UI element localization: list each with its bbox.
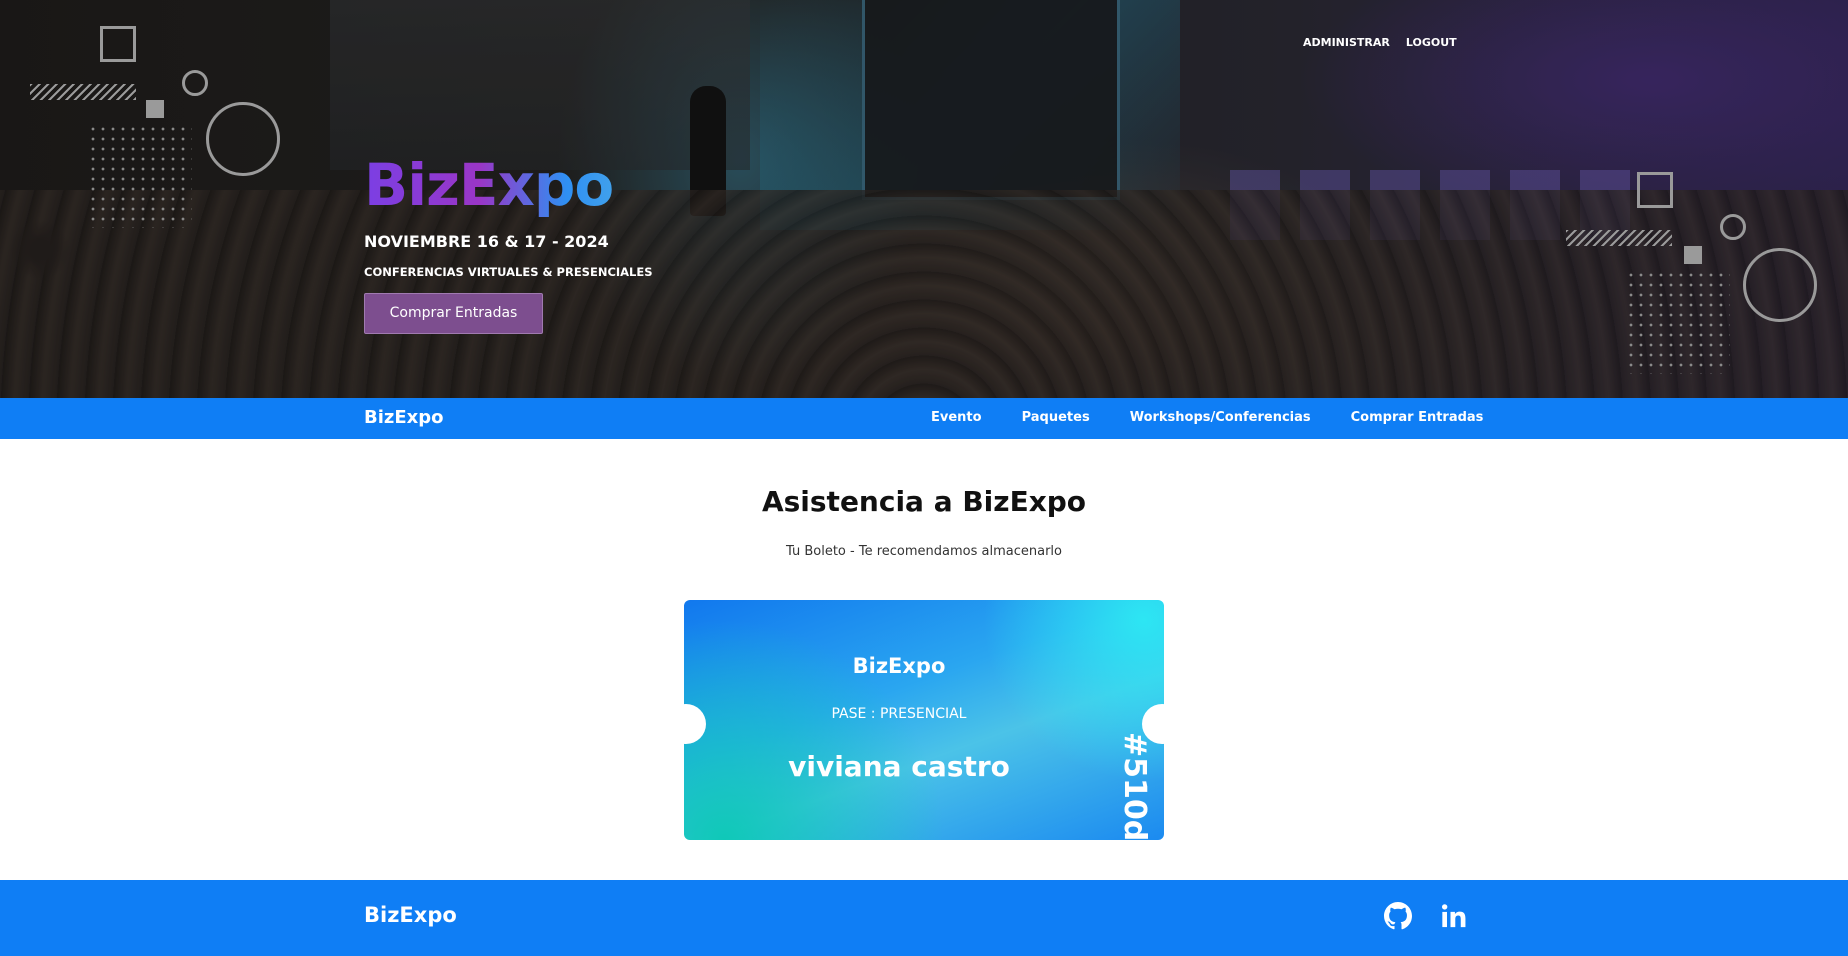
hero-top-nav: ADMINISTRAR LOGOUT	[1303, 36, 1457, 49]
event-subtitle: CONFERENCIAS VIRTUALES & PRESENCIALES	[364, 265, 653, 279]
event-date: NOVIEMBRE 16 & 17 - 2024	[364, 232, 609, 251]
deco-dots-icon	[1626, 270, 1730, 374]
deco-circle-icon	[182, 70, 208, 96]
page-subtitle: Tu Boleto - Te recomendamos almacenarlo	[786, 544, 1062, 559]
hero-title: BizExpo	[364, 150, 653, 220]
ticket-card: BizExpo PASE : PRESENCIAL viviana castro…	[684, 600, 1164, 840]
navbar-brand[interactable]: BizExpo	[364, 407, 444, 428]
ticket-brand: BizExpo	[852, 654, 946, 678]
logout-link[interactable]: LOGOUT	[1406, 36, 1457, 49]
deco-square-icon	[1637, 172, 1673, 208]
footer-brand: BizExpo	[364, 903, 457, 927]
admin-link[interactable]: ADMINISTRAR	[1303, 36, 1390, 49]
deco-hatch-icon	[30, 84, 136, 100]
hero-section: ADMINISTRAR LOGOUT BizExpo NOVIEMBRE 16 …	[0, 0, 1848, 398]
nav-link-evento[interactable]: Evento	[931, 410, 982, 425]
deco-block-icon	[146, 100, 164, 118]
deco-dots-icon	[88, 124, 192, 228]
footer-social-icons	[1384, 902, 1468, 930]
github-icon[interactable]	[1384, 902, 1412, 930]
deco-hatch-icon	[1566, 230, 1672, 246]
deco-ring-icon	[1743, 248, 1817, 322]
deco-circle-icon	[1720, 214, 1746, 240]
page-title: Asistencia a BizExpo	[761, 485, 1087, 518]
nav-link-comprar[interactable]: Comprar Entradas	[1351, 410, 1484, 425]
linkedin-icon[interactable]	[1440, 902, 1468, 930]
hero-title-part2: xpo	[497, 151, 614, 219]
hero-overlay	[0, 0, 1848, 398]
main-navbar: BizExpo Evento Paquetes Workshops/Confer…	[0, 398, 1848, 439]
deco-block-icon	[1684, 246, 1702, 264]
ticket-pass-type: PASE : PRESENCIAL	[831, 706, 967, 722]
nav-link-paquetes[interactable]: Paquetes	[1022, 410, 1090, 425]
ticket-holder-name: viviana castro	[788, 750, 1010, 783]
hero-content: BizExpo NOVIEMBRE 16 & 17 - 2024 CONFERE…	[364, 150, 653, 334]
buy-tickets-button[interactable]: Comprar Entradas	[364, 293, 543, 334]
deco-square-icon	[100, 26, 136, 62]
nav-link-workshops[interactable]: Workshops/Conferencias	[1130, 410, 1311, 425]
navbar-links: Evento Paquetes Workshops/Conferencias C…	[931, 410, 1523, 425]
footer: BizExpo	[0, 880, 1848, 956]
deco-ring-icon	[206, 102, 280, 176]
ticket-code: #510d13e	[1117, 732, 1152, 840]
hero-title-part1: BizE	[364, 151, 498, 219]
